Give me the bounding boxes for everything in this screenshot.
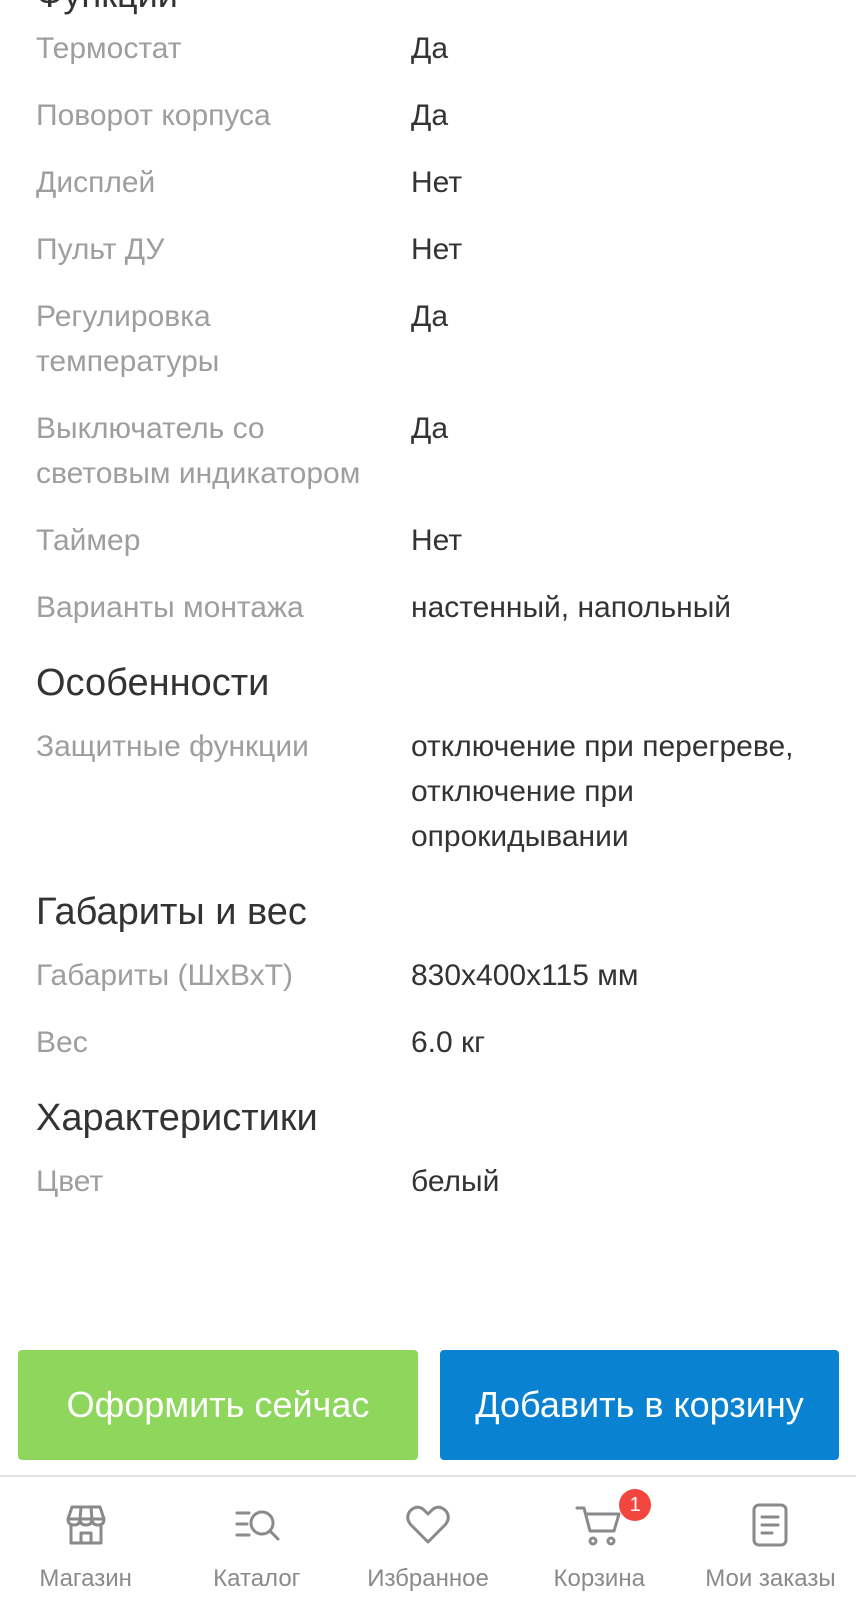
spec-key: Габариты (ШхВхТ) — [36, 959, 293, 992]
spec-value: Да — [411, 412, 449, 445]
nav-item-cart[interactable]: 1 Корзина — [514, 1477, 685, 1600]
section-title-characteristics: Характеристики — [36, 1097, 318, 1139]
spec-key: Пульт ДУ — [36, 233, 165, 266]
nav-label: Корзина — [553, 1565, 645, 1592]
bottom-navigation: Магазин Каталог Избранное 1 Корзина Мои … — [0, 1475, 856, 1600]
add-to-cart-button[interactable]: Добавить в корзину — [440, 1350, 839, 1460]
spec-row: Термостат Да — [36, 26, 820, 71]
spec-value: настенный, напольный — [411, 591, 732, 624]
spec-row: Цвет белый — [36, 1159, 820, 1204]
spec-value: 830x400x115 мм — [411, 959, 639, 992]
product-specs-screen: Функции Термостат Да Поворот корпуса Да … — [0, 0, 856, 1600]
spec-key: Варианты монтажа — [36, 591, 304, 624]
spec-row: Габариты (ШхВхТ) 830x400x115 мм — [36, 953, 820, 998]
spec-row: Дисплей Нет — [36, 160, 820, 205]
spec-value: Да — [411, 99, 449, 132]
spec-value: Да — [411, 300, 449, 333]
spec-row: Защитные функции отключение при перегрев… — [36, 724, 820, 859]
cart-badge: 1 — [619, 1489, 652, 1521]
spec-row: Регулировка температуры Да — [36, 294, 820, 384]
spec-value: Нет — [411, 524, 463, 557]
spec-row: Поворот корпуса Да — [36, 93, 820, 138]
spec-value: 6.0 кг — [411, 1026, 486, 1059]
spec-row: Варианты монтажа настенный, напольный — [36, 585, 820, 630]
spec-row: Выключатель со световым индикатором Да — [36, 406, 820, 496]
orders-icon — [744, 1499, 796, 1551]
spec-key: Термостат — [36, 32, 182, 65]
section-title-dimensions: Габариты и вес — [36, 891, 307, 933]
section-title-functions: Функции — [36, 0, 178, 16]
spec-row: Вес 6.0 кг — [36, 1020, 820, 1065]
nav-item-favorites[interactable]: Избранное — [342, 1477, 513, 1600]
spec-key: Поворот корпуса — [36, 99, 271, 132]
nav-label: Мои заказы — [705, 1565, 836, 1592]
spec-value: отключение при перегреве, отключение при… — [411, 730, 794, 853]
spec-row: Пульт ДУ Нет — [36, 227, 820, 272]
store-icon — [60, 1499, 112, 1551]
nav-label: Избранное — [367, 1565, 489, 1592]
spec-key: Выключатель со световым индикатором — [36, 412, 361, 490]
spec-key: Цвет — [36, 1165, 104, 1198]
specs-list[interactable]: Функции Термостат Да Поворот корпуса Да … — [0, 0, 856, 1335]
spec-value: Нет — [411, 233, 463, 266]
spec-key: Таймер — [36, 524, 141, 557]
catalog-search-icon — [231, 1499, 283, 1551]
spec-key: Регулировка температуры — [36, 300, 220, 378]
nav-item-catalog[interactable]: Каталог — [171, 1477, 342, 1600]
section-title-features: Особенности — [36, 662, 270, 704]
spec-value: Нет — [411, 166, 463, 199]
spec-key: Вес — [36, 1026, 88, 1059]
buy-now-button[interactable]: Оформить сейчас — [18, 1350, 418, 1460]
spec-key: Дисплей — [36, 166, 156, 199]
action-bar: Оформить сейчас Добавить в корзину — [0, 1335, 856, 1475]
nav-label: Магазин — [39, 1565, 132, 1592]
spec-value: белый — [411, 1165, 500, 1198]
spec-value: Да — [411, 32, 449, 65]
spec-row: Таймер Нет — [36, 518, 820, 563]
nav-item-orders[interactable]: Мои заказы — [685, 1477, 856, 1600]
nav-item-store[interactable]: Магазин — [0, 1477, 171, 1600]
spec-key: Защитные функции — [36, 730, 309, 763]
heart-icon — [402, 1499, 454, 1551]
cart-icon: 1 — [573, 1489, 652, 1551]
nav-label: Каталог — [213, 1565, 301, 1592]
